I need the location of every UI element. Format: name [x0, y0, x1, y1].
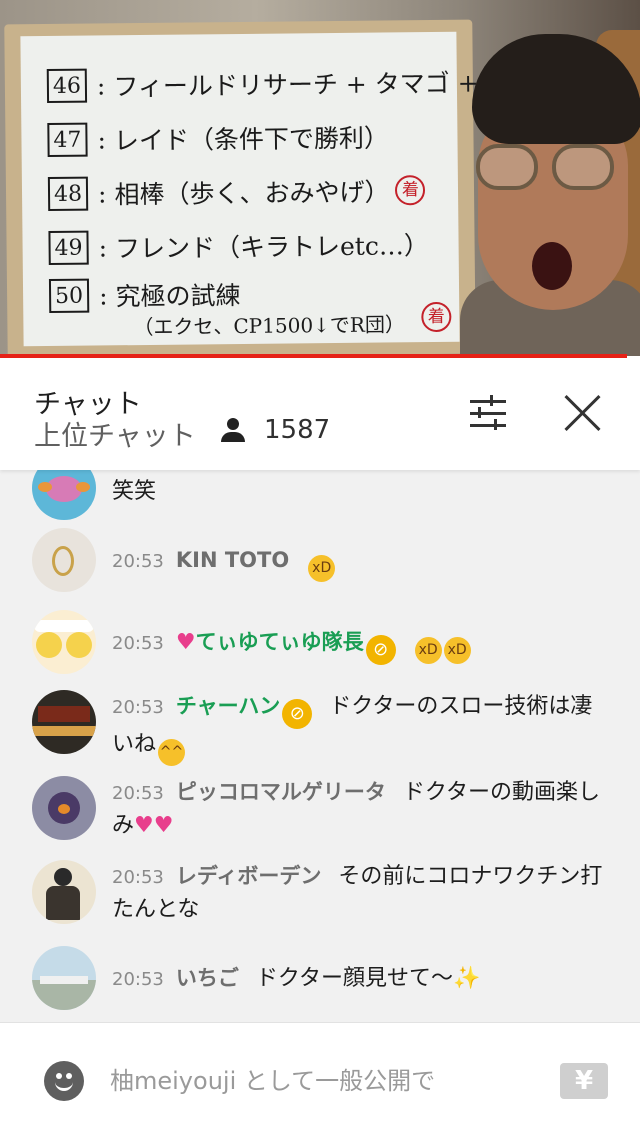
author-name[interactable]: レディボーデン [176, 864, 322, 888]
chat-message-list[interactable]: 笑笑 20:53 KIN TOTO xD 20:53 ♥てぃゆてぃゆ隊長 ⊘ xD xD [0, 470, 640, 1022]
timestamp: 20:53 [112, 969, 164, 990]
whiteboard: 46 : フィールドリサーチ + タマゴ + スナップ 47 : レイド（条件下… [4, 19, 587, 356]
whiteboard-text: 究極の試練 [115, 281, 241, 312]
person-icon [220, 417, 246, 443]
two-hearts-icon: ♥♥ [134, 813, 174, 838]
author-name[interactable]: ピッコロマルゲリータ [176, 780, 386, 804]
author-name[interactable]: KIN TOTO [176, 548, 289, 572]
super-chat-button[interactable]: ¥ [560, 1063, 608, 1099]
viewer-count-value: 1587 [264, 415, 331, 445]
whiteboard-line: 47 : レイド（条件下で勝利） [21, 112, 389, 164]
whiteboard-text: 相棒（歩く、おみやげ） [114, 177, 390, 210]
whiteboard-number: 46 [46, 68, 88, 104]
avatar [32, 946, 96, 1010]
timestamp: 20:53 [112, 867, 164, 888]
author-name[interactable]: いちご [176, 966, 239, 990]
grinning-face-icon: ^^ [158, 739, 186, 766]
chat-header: チャット 上位チャット 1587 [0, 358, 640, 470]
chat-mode-selector[interactable]: 上位チャット [34, 414, 196, 453]
message-text: 笑笑 [112, 479, 157, 504]
stamp: 着 [421, 301, 452, 333]
smiley-icon[interactable] [44, 1061, 84, 1101]
rolling-laughing-icon: xD [414, 637, 442, 664]
whiteboard-line: 48 : 相棒（歩く、おみやげ） 着 [22, 166, 426, 218]
viewer-count: 1587 [220, 414, 330, 446]
author-name[interactable]: チャーハン [176, 694, 280, 718]
whiteboard-text: フレンド（キラトレetc…） [114, 231, 430, 264]
video-player[interactable]: 46 : フィールドリサーチ + タマゴ + スナップ 47 : レイド（条件下… [0, 0, 640, 356]
avatar [32, 470, 96, 520]
whiteboard-surface: 46 : フィールドリサーチ + タマゴ + スナップ 47 : レイド（条件下… [20, 31, 587, 347]
close-icon[interactable] [562, 392, 604, 434]
heart-icon: ♥ [175, 630, 196, 655]
author-name[interactable]: てぃゆてぃゆ隊長 [196, 630, 364, 654]
sliders-icon[interactable] [466, 394, 510, 434]
chat-message-input[interactable] [110, 1059, 530, 1103]
member-badge-icon: ⊘ [282, 699, 313, 729]
whiteboard-number: 49 [48, 230, 89, 266]
sparkles-icon: ✨ [453, 966, 481, 991]
timestamp: 20:53 [112, 697, 164, 718]
avatar [32, 860, 96, 924]
whiteboard-subtext: （エクセ、CP1500↓でR団） [133, 312, 406, 340]
avatar [32, 690, 96, 754]
stamp: 着 [395, 175, 426, 206]
avatar [32, 610, 96, 674]
rolling-laughing-icon: xD [308, 555, 336, 582]
message-text: ドクター顔見せて〜 [255, 966, 453, 991]
timestamp: 20:53 [112, 783, 164, 804]
streamer [460, 30, 640, 356]
rolling-laughing-icon: xD [443, 637, 471, 664]
timestamp: 20:53 [112, 551, 164, 572]
chat-input-bar: ¥ [0, 1022, 640, 1136]
avatar [32, 776, 96, 840]
avatar [32, 528, 96, 592]
whiteboard-line: 49 : フレンド（キラトレetc…） [22, 220, 429, 272]
timestamp: 20:53 [112, 633, 164, 654]
whiteboard-text: レイド（条件下で勝利） [113, 123, 390, 156]
member-badge-icon: ⊘ [365, 635, 396, 665]
whiteboard-number: 47 [47, 122, 88, 158]
whiteboard-number: 48 [47, 176, 89, 212]
whiteboard-number: 50 [48, 278, 90, 314]
